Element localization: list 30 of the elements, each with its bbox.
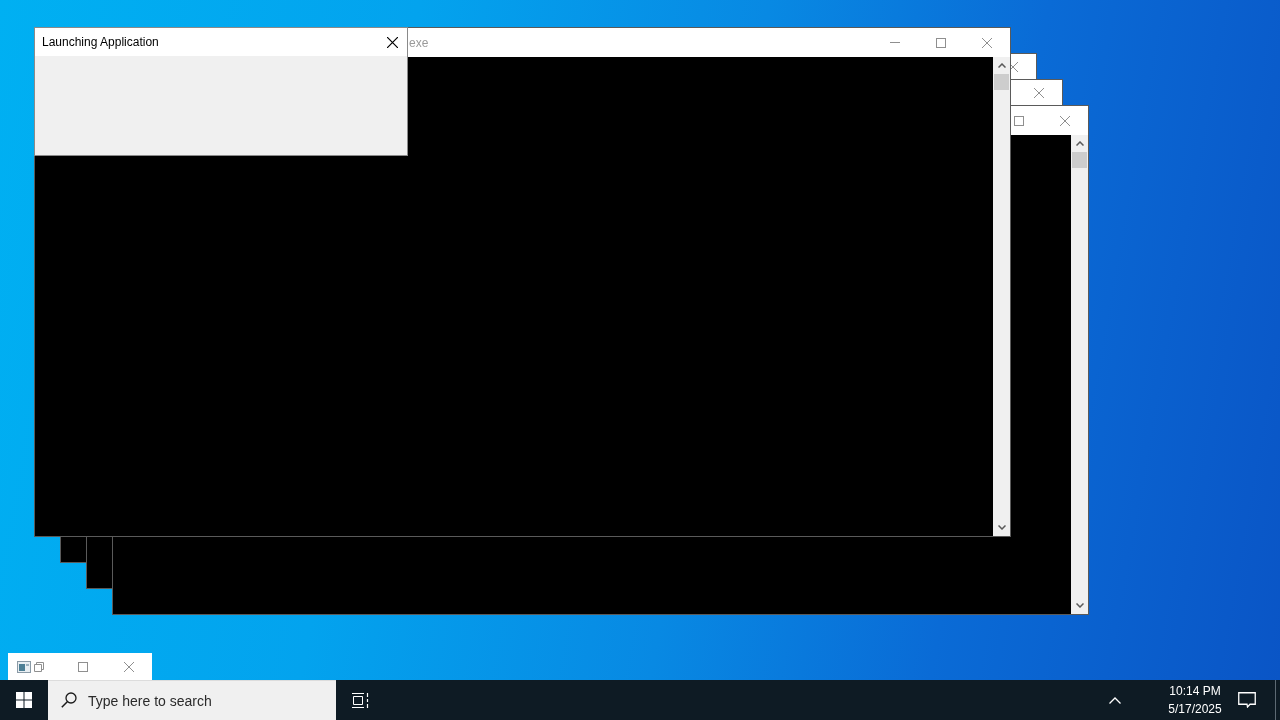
chevron-up-icon — [1109, 696, 1121, 704]
search-icon — [61, 692, 77, 708]
maximize-icon — [936, 37, 946, 48]
scrollbar-thumb[interactable] — [994, 74, 1009, 90]
app-icon — [17, 660, 31, 673]
chevron-down-icon — [1075, 603, 1084, 608]
maximize-icon — [1014, 115, 1024, 126]
scrollbar[interactable] — [993, 57, 1010, 536]
window-title: exe — [409, 35, 429, 50]
maximize-icon — [78, 661, 88, 672]
scrollbar-thumb[interactable] — [1072, 152, 1087, 168]
close-icon — [982, 37, 992, 48]
speech-bubble-icon — [1238, 692, 1256, 708]
dialog-title: Launching Application — [41, 35, 159, 49]
minimize-icon — [890, 42, 900, 43]
close-icon — [1060, 115, 1070, 126]
search-field[interactable]: Type here to search — [48, 680, 336, 720]
scrollbar[interactable] — [1071, 135, 1088, 614]
clock[interactable]: 10:14 PM 5/17/2025 — [1164, 680, 1226, 720]
restore-icon — [34, 661, 44, 672]
close-icon — [124, 661, 134, 672]
task-view-icon — [351, 692, 369, 708]
four-panes-icon — [16, 692, 32, 708]
chevron-up-icon — [1075, 141, 1084, 146]
close-icon — [386, 36, 398, 48]
chevron-down-icon — [997, 525, 1006, 530]
close-icon — [1034, 88, 1044, 98]
restore-button[interactable] — [33, 660, 45, 673]
chevron-up-icon — [997, 63, 1006, 68]
close-icon — [1011, 62, 1018, 72]
